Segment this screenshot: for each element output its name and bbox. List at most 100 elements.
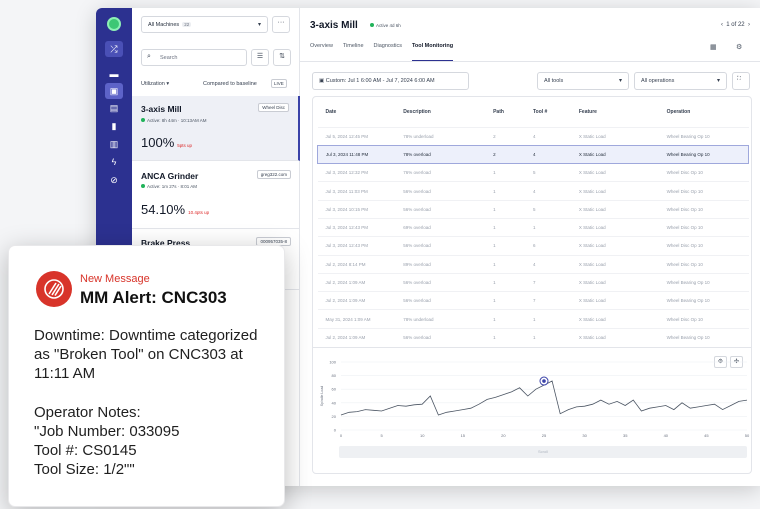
grid-view-icon[interactable]: ▦ — [710, 43, 717, 51]
machine-card[interactable]: 3-axis Mill Wheel Disc Active: 8h 44m · … — [132, 96, 300, 161]
table-cell: 2 — [493, 126, 533, 146]
column-header[interactable]: Path — [493, 97, 533, 127]
column-header[interactable]: Feature — [579, 97, 667, 127]
table-cell: X Static Load — [578, 199, 667, 219]
column-header[interactable]: Tool # — [533, 97, 579, 127]
machine-detail-pane: 3-axis Mill Active 4d 6h ‹ 1 of 22 › Ove… — [300, 8, 760, 486]
chart-icon[interactable]: ▥ — [105, 136, 123, 152]
table-cell: 1 — [493, 236, 533, 256]
x-tick-label: 50 — [745, 433, 750, 438]
table-cell: 1 — [493, 327, 533, 347]
table-row[interactable]: Jul 5, 2024 12:45 PM 78% underload 2 4 X Sta… — [317, 126, 749, 146]
filter-icon: ☰ — [256, 53, 264, 60]
table-cell: 56% overload — [403, 199, 494, 219]
column-header[interactable]: Description — [403, 97, 493, 127]
column-header[interactable]: Operation — [667, 97, 749, 127]
table-row[interactable]: Jul 2, 2024 1:09 AM 56% overload 1 7 X Stati… — [317, 272, 749, 292]
table-cell: 1 — [493, 309, 533, 329]
table-cell: 56% overload — [403, 272, 494, 292]
table-cell: Jul 3, 2024 12:43 PM — [317, 236, 404, 256]
y-axis-label: Spindle Load — [320, 386, 324, 406]
x-tick-label: 30 — [582, 433, 587, 438]
table-cell: 4 — [532, 181, 579, 201]
notification-card[interactable]: New Message MM Alert: CNC303 Downtime: D… — [8, 245, 285, 507]
y-tick-label: 0 — [334, 428, 337, 433]
table-row[interactable]: Jul 3, 2024 12:32 PM 76% overload 1 5 X Stat… — [317, 163, 749, 182]
live-badge[interactable]: LIVE — [271, 79, 287, 88]
scroll-label: Scroll — [537, 449, 548, 454]
table-cell: Wheel Disc Op 10 — [666, 199, 749, 219]
table-cell: Wheel Disc Op 10 — [666, 163, 749, 182]
lightning-icon[interactable]: ϟ — [105, 154, 123, 170]
table-cell: 4 — [532, 126, 579, 146]
table-cell: X Static Load — [578, 291, 667, 310]
filter-button[interactable]: ☰ — [251, 49, 269, 66]
table-cell: X Static Load — [578, 254, 667, 274]
next-icon[interactable]: › — [748, 22, 750, 28]
tab-timeline[interactable]: Timeline — [343, 43, 364, 61]
table-cell: X Static Load — [578, 309, 667, 329]
series-line — [340, 380, 748, 416]
machine-card[interactable]: ANCA Grinder greg322.com Active: 1m 27s … — [132, 162, 300, 229]
y-tick-label: 40 — [332, 400, 337, 405]
table-row[interactable]: Jul 2, 2024 1:09 AM 56% overload 1 7 X Stati… — [317, 291, 749, 310]
table-cell: Jul 3, 2024 12:32 PM — [317, 163, 404, 182]
shuffle-icon[interactable]: ⤮ — [105, 41, 123, 57]
table-cell: Wheel Disc Op 10 — [666, 309, 749, 329]
x-tick-label: 35 — [623, 433, 628, 438]
tab-tool-monitoring[interactable]: Tool Monitoring — [411, 43, 454, 61]
prev-icon[interactable]: ‹ — [721, 22, 723, 28]
machine-select[interactable]: All Machines 22 ▾ — [141, 16, 268, 33]
date-range-picker[interactable]: ▣ Custom: Jul 1 6:00 AM - Jul 7, 2024 6:… — [312, 72, 469, 90]
search-input[interactable]: ⌕ Search — [141, 49, 247, 66]
link-icon[interactable]: ⊘ — [105, 172, 123, 188]
tab-overview[interactable]: Overview — [310, 43, 333, 61]
caret-down-icon: ▾ — [618, 78, 622, 84]
table-row[interactable]: Jul 2, 2024 1:09 AM 56% overload 1 1 X Stati… — [317, 327, 749, 347]
x-tick-label: 0 — [340, 433, 343, 438]
y-tick-label: 20 — [332, 414, 337, 419]
table-row[interactable]: Jul 3, 2024 12:43 PM 69% overload 1 1 X Stat… — [317, 217, 749, 237]
column-header[interactable]: Date — [318, 97, 404, 127]
x-tick-label: 40 — [664, 433, 669, 438]
machine-tag: greg322.com — [256, 170, 291, 179]
table-cell: 1 — [493, 163, 533, 182]
machine-utilization: 54.10% 10.4pts up — [141, 202, 210, 217]
table-row[interactable]: May 31, 2024 1:09 AM 78% underload 1 1 X Sta… — [317, 309, 749, 329]
table-cell: May 31, 2024 1:09 AM — [317, 309, 404, 329]
x-tick-label: 15 — [461, 433, 466, 438]
more-options-button[interactable]: ··· — [272, 16, 290, 33]
app-logo-icon[interactable] — [107, 17, 121, 31]
table-row[interactable]: Jul 2, 2024 8:14 PM 89% overload 1 4 X Stati… — [317, 254, 749, 274]
chart-plot[interactable]: 0 20 40 60 80 100 0 5 10 15 20 25 30 35 40 45 50 Spindle … — [313, 348, 752, 446]
table-cell: 1 — [532, 327, 579, 347]
utilization-dropdown[interactable]: Utilization ▾ — [141, 81, 169, 87]
table-row[interactable]: Jul 3, 2024 12:43 PM 56% overload 1 6 X Stat… — [317, 236, 749, 256]
table-cell: 6 — [532, 236, 579, 256]
date-range-label: Custom: Jul 1 6:00 AM - Jul 7, 2024 6:00… — [325, 78, 435, 84]
gear-icon[interactable]: ⚙ — [736, 43, 742, 51]
machine-icon[interactable]: ▣ — [105, 83, 123, 99]
calendar-icon[interactable]: ▤ — [105, 100, 123, 116]
folder-icon[interactable]: ▬ — [105, 66, 123, 82]
table-cell: Jul 3, 2024 10:15 PM — [317, 199, 404, 219]
chart-scrollbar[interactable]: Scroll — [339, 446, 747, 458]
operations-filter-label: All operations — [641, 78, 675, 84]
active-dot-icon — [141, 118, 145, 122]
tab-diagnostics[interactable]: Diagnostics — [374, 43, 402, 61]
table-row[interactable]: Jul 3, 2024 10:15 PM 56% overload 1 5 X Stat… — [317, 199, 749, 219]
table-row[interactable]: Jul 3, 2024 11:03 PM 56% overload 1 4 X Stat… — [317, 181, 749, 201]
notes-line: Tool #: CS0145 — [34, 442, 137, 459]
machine-status: Active: 8h 44m · 10:13AM AM — [141, 118, 207, 123]
table-cell: Wheel Bearing Op 10 — [666, 126, 749, 146]
document-icon[interactable]: ▮ — [105, 118, 123, 134]
table-cell: 4 — [532, 254, 579, 274]
table-cell: Wheel Bearing Op 10 — [666, 144, 749, 165]
expand-button[interactable]: ⛶ — [732, 72, 750, 90]
tools-filter[interactable]: All tools ▾ — [537, 72, 629, 90]
table-row[interactable]: Jul 3, 2024 11:48 PM 78% overload 2 4 X Stat… — [317, 144, 749, 165]
machine-status: Active: 1m 27s · 8:01 AM — [141, 184, 197, 189]
table-cell: 5 — [532, 163, 579, 182]
sort-button[interactable]: ⇅ — [273, 49, 291, 66]
operations-filter[interactable]: All operations ▾ — [634, 72, 727, 90]
